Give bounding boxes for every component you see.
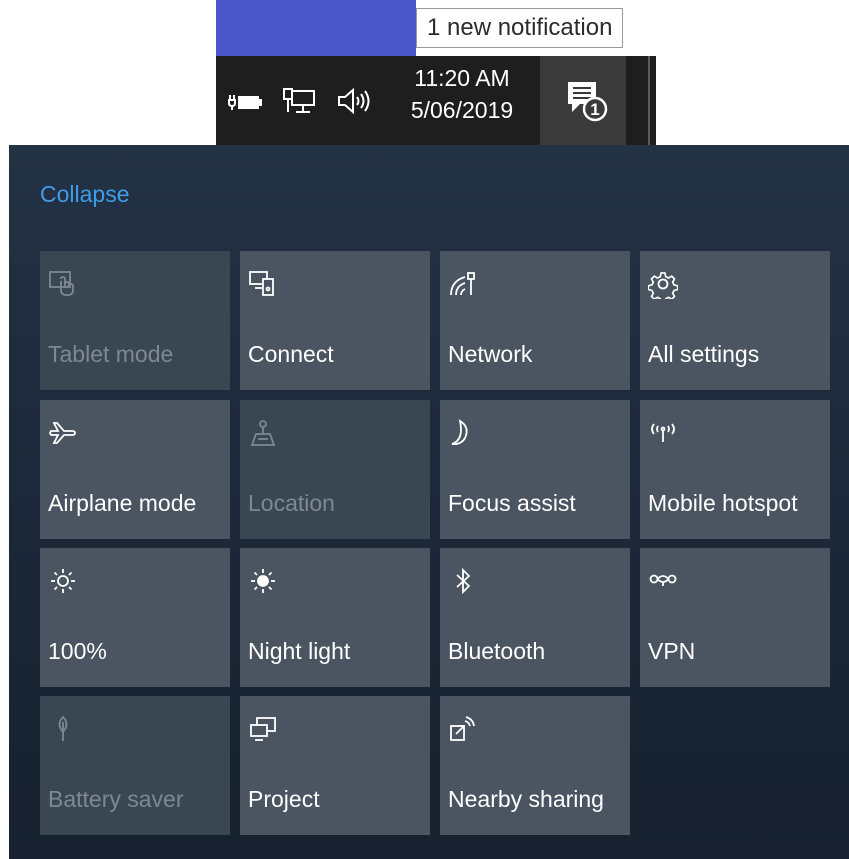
clock-date: 5/06/2019 (410, 97, 514, 123)
tile-tablet-mode[interactable]: Tablet mode (40, 251, 230, 390)
hotspot-icon (648, 418, 678, 448)
moon-icon (448, 418, 478, 448)
tile-label: Mobile hotspot (648, 490, 798, 516)
battery-icon[interactable] (228, 86, 262, 116)
taskbar-area: 1 new notification 11:20 AM 5/06/2019 1 (216, 0, 656, 145)
tile-label: Tablet mode (48, 341, 174, 367)
project-icon (248, 714, 278, 744)
airplane-icon (48, 418, 78, 448)
notification-tooltip: 1 new notification (416, 8, 624, 48)
tile-mobile-hotspot[interactable]: Mobile hotspot (640, 400, 830, 539)
tile-label: 100% (48, 638, 107, 664)
taskbar: 11:20 AM 5/06/2019 1 (216, 56, 656, 145)
tile-connect[interactable]: Connect (240, 251, 430, 390)
tile-label: Night light (248, 638, 351, 664)
action-center-button[interactable]: 1 (540, 56, 626, 145)
tile-label: Bluetooth (448, 638, 546, 664)
network-icon (448, 269, 478, 299)
tile-project[interactable]: Project (240, 696, 430, 835)
tile-nearby-sharing[interactable]: Nearby sharing (440, 696, 630, 835)
tile-label: Nearby sharing (448, 786, 604, 812)
brightness-icon (48, 566, 78, 596)
network-icon[interactable] (282, 86, 316, 116)
battery-saver-icon (48, 714, 78, 744)
action-center-icon: 1 (568, 82, 608, 122)
night-light-icon (248, 566, 278, 596)
nearby-sharing-icon (448, 714, 478, 744)
location-icon (248, 418, 278, 448)
gear-icon (648, 269, 678, 299)
window-strip (216, 0, 416, 56)
connect-icon (248, 269, 278, 299)
vpn-icon (648, 566, 678, 596)
clock-time: 11:20 AM (414, 65, 510, 91)
action-center-panel: Collapse Tablet mode Connect Network All… (9, 145, 849, 859)
tile-label: Project (248, 786, 320, 812)
tile-label: Focus assist (448, 490, 576, 516)
tile-brightness[interactable]: 100% (40, 548, 230, 687)
tile-label: Location (248, 490, 335, 516)
tablet-mode-icon (48, 269, 78, 299)
tile-focus-assist[interactable]: Focus assist (440, 400, 630, 539)
tile-all-settings[interactable]: All settings (640, 251, 830, 390)
volume-icon[interactable] (336, 86, 370, 116)
tile-battery-saver[interactable]: Battery saver (40, 696, 230, 835)
clock[interactable]: 11:20 AM 5/06/2019 (402, 62, 522, 126)
tile-label: Airplane mode (48, 490, 197, 516)
tile-airplane-mode[interactable]: Airplane mode (40, 400, 230, 539)
tile-label: Connect (248, 341, 334, 367)
tile-label: Battery saver (48, 786, 184, 812)
tile-label: VPN (648, 638, 696, 664)
bluetooth-icon (448, 566, 478, 596)
notification-count-badge: 1 (590, 100, 599, 119)
collapse-link[interactable]: Collapse (40, 181, 130, 208)
taskbar-divider (648, 56, 650, 145)
tile-network[interactable]: Network (440, 251, 630, 390)
tile-vpn[interactable]: VPN (640, 548, 830, 687)
tile-label: Network (448, 341, 533, 367)
tile-night-light[interactable]: Night light (240, 548, 430, 687)
tile-label: All settings (648, 341, 760, 367)
tile-location[interactable]: Location (240, 400, 430, 539)
tile-bluetooth[interactable]: Bluetooth (440, 548, 630, 687)
